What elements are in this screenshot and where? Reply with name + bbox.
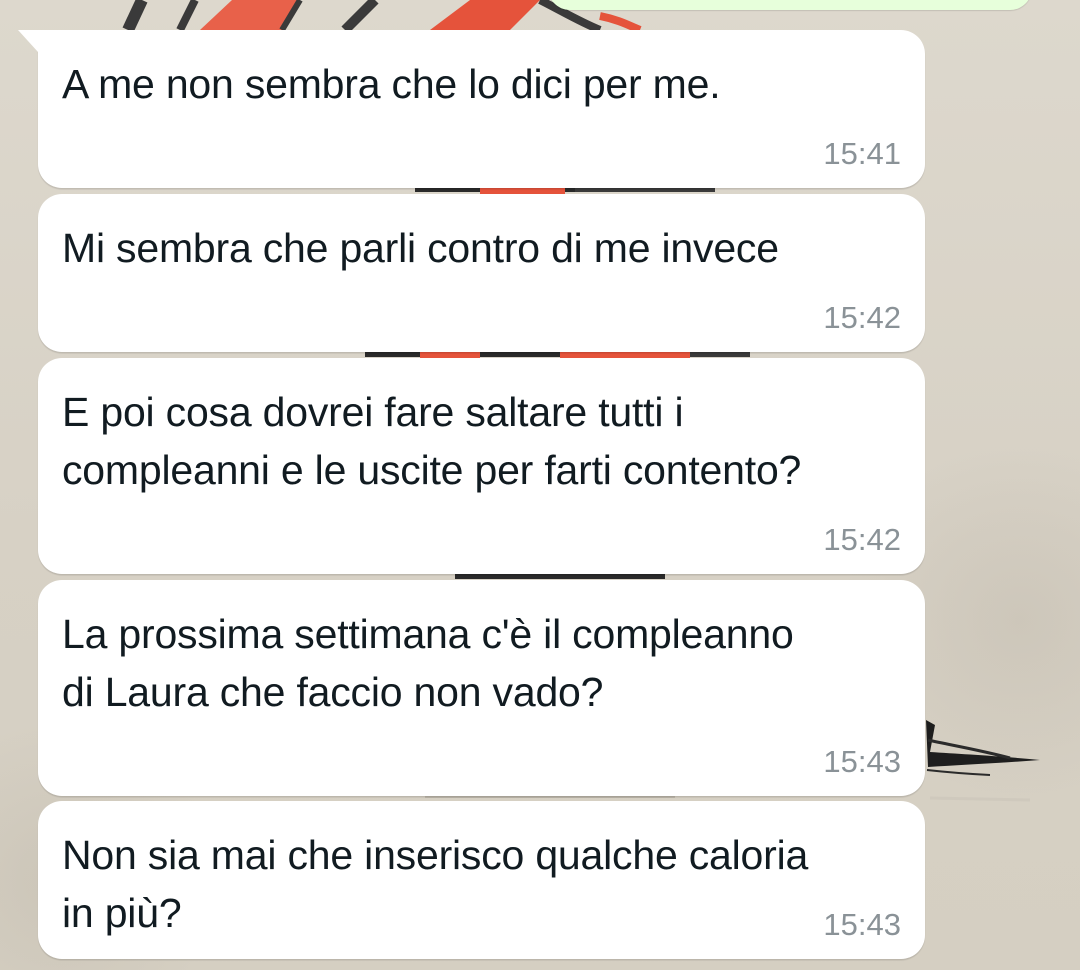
message-timestamp: 15:42: [823, 300, 901, 335]
received-message-bubble[interactable]: La prossima settimana c'è il compleanno …: [38, 580, 925, 796]
message-text: La prossima settimana c'è il compleanno …: [62, 611, 794, 715]
message-timestamp: 15:43: [823, 744, 901, 779]
message-timestamp: 15:41: [823, 136, 901, 171]
received-message-bubble[interactable]: Non sia mai che inserisco qualche calori…: [38, 801, 925, 959]
sent-message-bubble[interactable]: [548, 0, 1032, 10]
received-message-bubble[interactable]: A me non sembra che lo dici per me. 15:4…: [18, 30, 925, 188]
message-text: E poi cosa dovrei fare saltare tutti i c…: [62, 389, 802, 493]
received-message-bubble[interactable]: E poi cosa dovrei fare saltare tutti i c…: [38, 358, 925, 574]
message-text: Non sia mai che inserisco qualche calori…: [62, 832, 809, 936]
message-text: Mi sembra che parli contro di me invece: [62, 225, 779, 271]
received-message-bubble[interactable]: Mi sembra che parli contro di me invece …: [38, 194, 925, 352]
message-timestamp: 15:43: [823, 907, 901, 942]
bubble-tail: [18, 30, 38, 52]
message-timestamp: 15:42: [823, 522, 901, 557]
message-text: A me non sembra che lo dici per me.: [62, 61, 721, 107]
